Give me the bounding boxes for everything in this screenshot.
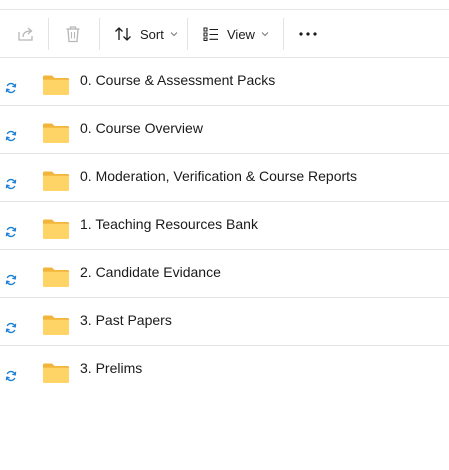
folder-name: 0. Course & Assessment Packs [80, 72, 276, 88]
command-bar: Sort View [0, 10, 449, 58]
sort-button[interactable]: Sort [114, 10, 178, 58]
folder-icon [43, 219, 69, 239]
window-top-edge [0, 0, 449, 10]
chevron-down-icon [170, 32, 178, 37]
toolbar-separator [48, 18, 49, 50]
folder-name: 3. Prelims [80, 360, 143, 376]
chevron-down-icon [261, 32, 269, 37]
share-button[interactable] [16, 10, 36, 58]
folder-row[interactable]: 0. Moderation, Verification & Course Rep… [0, 154, 449, 202]
folder-row[interactable]: 2. Candidate Evidance [0, 250, 449, 298]
more-icon [299, 32, 317, 36]
folder-name: 2. Candidate Evidance [80, 264, 221, 280]
toolbar-separator [187, 18, 188, 50]
folder-icon [43, 123, 69, 143]
toolbar-separator [99, 18, 100, 50]
sync-icon [5, 130, 17, 142]
sort-label: Sort [140, 26, 164, 42]
sync-icon [5, 322, 17, 334]
delete-button[interactable] [64, 10, 82, 58]
folder-row[interactable]: 3. Past Papers [0, 298, 449, 346]
view-label: View [227, 26, 255, 42]
folder-row[interactable]: 0. Course Overview [0, 106, 449, 154]
sync-icon [5, 274, 17, 286]
folder-icon [43, 315, 69, 335]
sync-icon [5, 370, 17, 382]
sync-icon [5, 178, 17, 190]
view-details-icon [203, 27, 218, 41]
sync-icon [5, 226, 17, 238]
folder-name: 0. Moderation, Verification & Course Rep… [80, 168, 358, 184]
folder-icon [43, 363, 69, 383]
sort-icon [115, 27, 131, 41]
folder-icon [43, 171, 69, 191]
folder-name: 3. Past Papers [80, 312, 172, 328]
folder-name: 0. Course Overview [80, 120, 203, 136]
file-list: 0. Course & Assessment Packs 0. Course O… [0, 58, 449, 394]
folder-name: 1. Teaching Resources Bank [80, 216, 258, 232]
share-icon [18, 27, 33, 41]
view-button[interactable]: View [203, 10, 269, 58]
folder-icon [43, 267, 69, 287]
more-options-button[interactable] [296, 10, 320, 58]
folder-row[interactable]: 3. Prelims [0, 346, 449, 394]
folder-row[interactable]: 0. Course & Assessment Packs [0, 58, 449, 106]
sync-icon [5, 82, 17, 94]
toolbar-separator [283, 18, 284, 50]
trash-icon [66, 26, 80, 43]
folder-row[interactable]: 1. Teaching Resources Bank [0, 202, 449, 250]
folder-icon [43, 75, 69, 95]
